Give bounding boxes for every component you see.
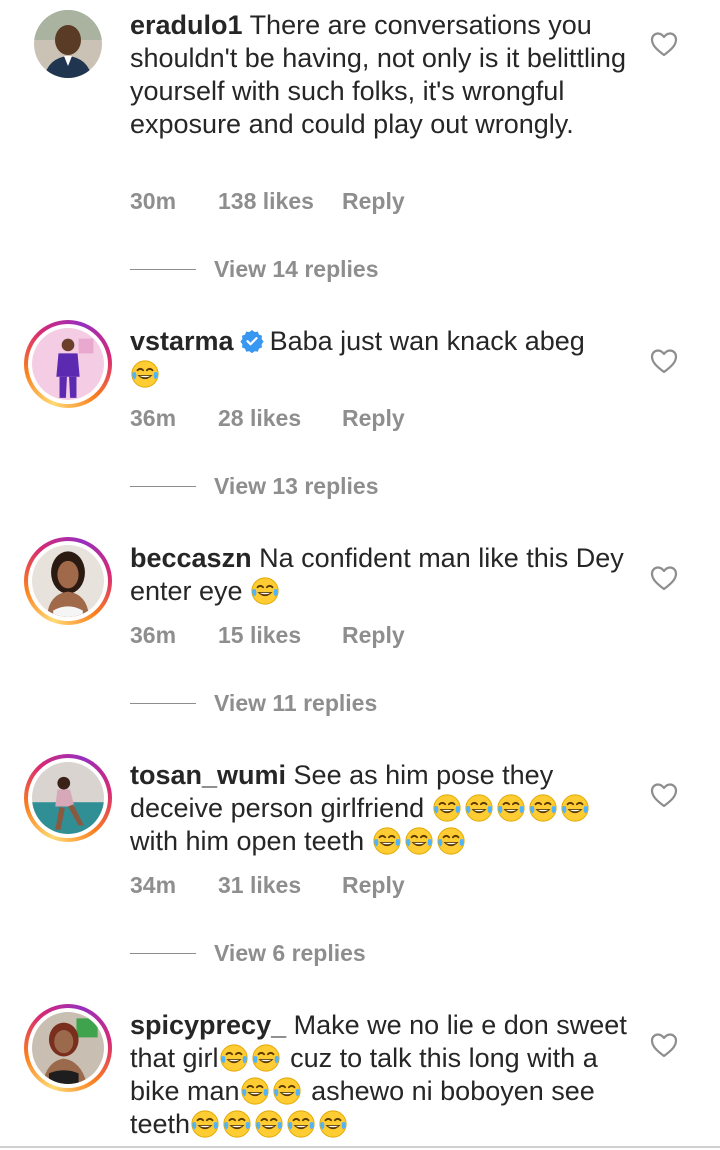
comment-time: 36m [130,405,177,431]
avatar-purple-suit-icon [32,328,104,400]
face-with-tears-of-joy-emoji [464,793,494,823]
comment-meta: 30m 138 likes Reply [130,188,405,215]
emoji-group [219,1043,283,1073]
comment-text-block: tosan_wumi See as him pose they deceive … [130,759,630,858]
face-with-tears-of-joy-emoji [254,1109,284,1139]
face-with-tears-of-joy-emoji [372,826,402,856]
avatar-man-icon [34,10,102,78]
emoji-group [190,1109,350,1139]
view-replies-button[interactable]: View 6 replies [130,940,366,967]
avatar[interactable] [24,1004,112,1092]
face-with-tears-of-joy-emoji [219,1043,249,1073]
heart-outline-icon[interactable] [650,1032,678,1058]
comment-text-block: beccaszn Na confident man like this Dey … [130,542,630,608]
face-with-tears-of-joy-emoji [272,1076,302,1106]
face-with-tears-of-joy-emoji [318,1109,348,1139]
comment-time: 36m [130,622,177,648]
heart-outline-icon[interactable] [650,348,678,374]
face-with-tears-of-joy-emoji [286,1109,316,1139]
comment-time: 30m [130,188,177,214]
face-with-tears-of-joy-emoji [528,793,558,823]
username[interactable]: tosan_wumi [130,760,286,790]
heart-outline-icon[interactable] [650,31,678,57]
comment-text-block: vstarma Baba just wan knack abeg [130,325,630,391]
view-replies-label[interactable]: View 13 replies [214,473,379,500]
face-with-tears-of-joy-emoji [240,1076,270,1106]
view-replies-label[interactable]: View 11 replies [214,690,377,717]
avatar-woman-icon [32,545,104,617]
avatar[interactable] [24,0,112,88]
avatar[interactable] [24,320,112,408]
emoji-group [432,793,592,823]
likes-count[interactable]: 28 likes [218,405,342,432]
view-replies-button[interactable]: View 11 replies [130,690,377,717]
comment-text: with him open teeth [130,826,365,856]
likes-count[interactable]: 15 likes [218,622,342,649]
comment-meta: 36m 15 likes Reply [130,622,405,649]
view-replies-button[interactable]: View 13 replies [130,473,379,500]
view-replies-label[interactable]: View 14 replies [214,256,379,283]
bottom-divider [0,1146,720,1148]
face-with-tears-of-joy-emoji [404,826,434,856]
face-with-tears-of-joy-emoji [222,1109,252,1139]
comment-time: 34m [130,872,177,898]
avatar-woman-seated-icon [32,762,104,834]
likes-count[interactable]: 138 likes [218,188,342,215]
username[interactable]: beccaszn [130,543,252,573]
heart-outline-icon[interactable] [650,565,678,591]
emoji-group [240,1076,304,1106]
divider-line [130,703,196,704]
face-with-tears-of-joy-emoji [560,793,590,823]
face-with-tears-of-joy-emoji [432,793,462,823]
face-with-tears-of-joy-emoji [496,793,526,823]
view-replies-label[interactable]: View 6 replies [214,940,366,967]
username[interactable]: spicyprecy_ [130,1010,286,1040]
emoji-group [372,826,468,856]
username[interactable]: vstarma [130,326,234,356]
comment-meta: 36m 28 likes Reply [130,405,405,432]
reply-button[interactable]: Reply [342,405,405,432]
avatar[interactable] [24,537,112,625]
reply-button[interactable]: Reply [342,622,405,649]
view-replies-button[interactable]: View 14 replies [130,256,379,283]
comment-text-block: eradulo1 There are conversations you sho… [130,9,630,141]
divider-line [130,953,196,954]
comment-text: Baba just wan knack abeg [269,326,585,356]
avatar-woman-selfie-icon [32,1012,104,1084]
divider-line [130,269,196,270]
face-with-tears-of-joy-emoji [436,826,466,856]
divider-line [130,486,196,487]
heart-outline-icon[interactable] [650,782,678,808]
reply-button[interactable]: Reply [342,188,405,215]
reply-button[interactable]: Reply [342,872,405,899]
face-with-tears-of-joy-emoji [130,359,160,389]
comment-text-block: spicyprecy_ Make we no lie e don sweet t… [130,1009,630,1141]
face-with-tears-of-joy-emoji [190,1109,220,1139]
likes-count[interactable]: 31 likes [218,872,342,899]
face-with-tears-of-joy-emoji [250,576,280,606]
comment-meta: 34m 31 likes Reply [130,872,405,899]
face-with-tears-of-joy-emoji [251,1043,281,1073]
username[interactable]: eradulo1 [130,10,243,40]
avatar[interactable] [24,754,112,842]
verified-badge-icon [239,330,264,353]
